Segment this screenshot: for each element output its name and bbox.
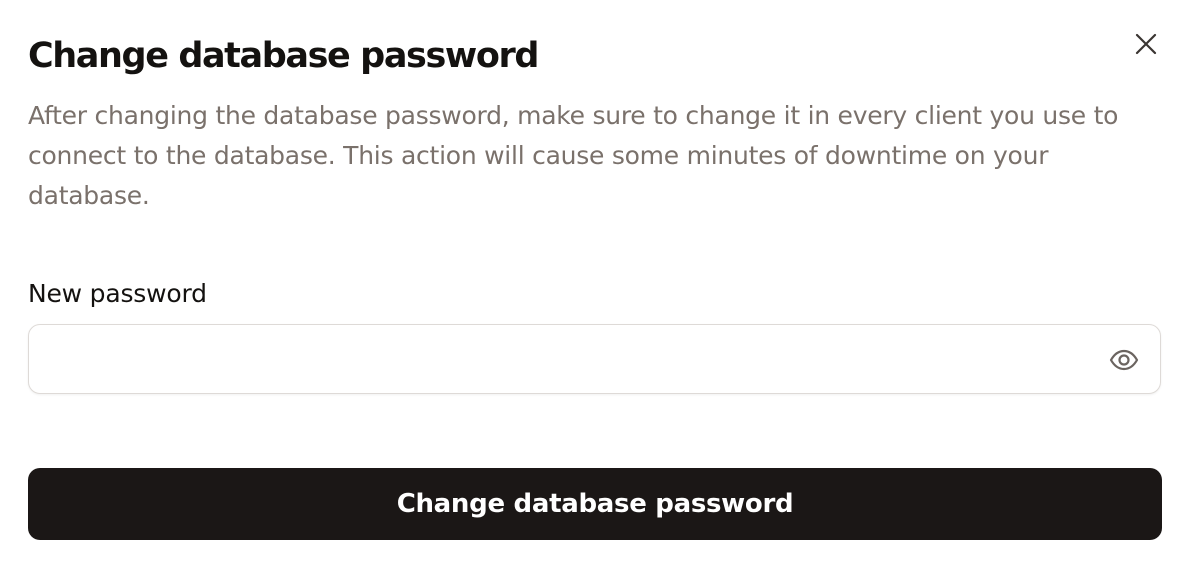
close-button[interactable] bbox=[1128, 26, 1164, 62]
change-password-submit-button[interactable]: Change database password bbox=[28, 468, 1162, 540]
change-password-dialog: Change database password After changing … bbox=[0, 0, 1182, 568]
eye-icon bbox=[1109, 349, 1139, 371]
password-field-wrapper bbox=[28, 324, 1161, 395]
toggle-password-visibility-button[interactable] bbox=[1108, 344, 1140, 376]
close-icon bbox=[1135, 33, 1157, 55]
new-password-label: New password bbox=[28, 279, 207, 308]
dialog-description: After changing the database password, ma… bbox=[28, 101, 1119, 210]
dialog-title: Change database password bbox=[28, 36, 539, 76]
new-password-input[interactable] bbox=[47, 325, 1091, 395]
